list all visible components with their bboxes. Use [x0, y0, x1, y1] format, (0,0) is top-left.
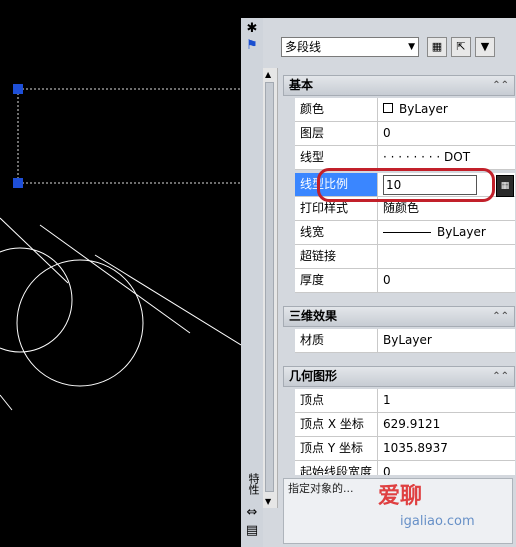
- select-objects-icon[interactable]: ⇱: [451, 37, 471, 57]
- prop-key: 材质: [295, 329, 378, 353]
- object-type-dropdown[interactable]: 多段线 ▼: [281, 37, 419, 57]
- quick-select-icon[interactable]: ▼: [475, 37, 495, 57]
- prop-key: 顶点: [295, 389, 378, 413]
- section-basic[interactable]: 基本 ⌃⌃: [283, 75, 515, 96]
- prop-value[interactable]: ByLayer: [378, 329, 515, 353]
- color-swatch-icon: [383, 103, 393, 113]
- line-3[interactable]: [94, 254, 241, 346]
- prop-row-vertex-x[interactable]: 顶点 X 坐标 629.9121: [283, 413, 515, 437]
- palette-scrollbar[interactable]: ▲ ▼: [263, 68, 278, 508]
- grip-bottom-left[interactable]: [13, 178, 23, 188]
- scroll-thumb[interactable]: [265, 82, 274, 492]
- prop-key: 线型: [295, 146, 378, 170]
- prop-row-lineweight[interactable]: 线宽 ByLayer: [283, 221, 515, 245]
- prop-row-thickness[interactable]: 厚度 0: [283, 269, 515, 293]
- palette-title: 特性: [247, 473, 260, 495]
- palette-body: 多段线 ▼ ▦ ⇱ ▼ ▲ ▼ 基本 ⌃⌃ 颜色 ByLayer 图层 0 线型: [263, 18, 516, 547]
- prop-key: 顶点 X 坐标: [295, 413, 378, 437]
- collapse-icon[interactable]: ⌃⌃: [492, 76, 509, 95]
- prop-row-linetype[interactable]: 线型 · · · · · · · · DOT: [283, 146, 515, 170]
- chevron-down-icon: ▼: [408, 42, 415, 52]
- line-2[interactable]: [39, 224, 191, 334]
- collapse-icon[interactable]: ⌃⌃: [492, 307, 509, 326]
- prop-key: 图层: [295, 122, 378, 146]
- scroll-down-icon[interactable]: ▼: [265, 497, 271, 506]
- prop-key: 厚度: [295, 269, 378, 293]
- prop-value[interactable]: 1: [378, 389, 515, 413]
- prop-key: 颜色: [295, 98, 378, 122]
- object-type-value: 多段线: [285, 40, 322, 54]
- calculator-icon[interactable]: ▦: [496, 175, 514, 197]
- prop-row-hyperlink[interactable]: 超链接: [283, 245, 515, 269]
- prop-key: 线宽: [295, 221, 378, 245]
- prop-value[interactable]: 0: [378, 461, 515, 475]
- prop-value[interactable]: 0: [378, 269, 515, 293]
- palette-titlebar[interactable]: ✱ ⚑ 特性 ⇔ ▤: [241, 18, 264, 547]
- section-basic-title: 基本: [289, 78, 314, 92]
- line-4[interactable]: [0, 394, 13, 411]
- prop-value[interactable]: 0: [378, 122, 515, 146]
- prop-row-color[interactable]: 颜色 ByLayer: [283, 98, 515, 122]
- grip-top-left[interactable]: [13, 84, 23, 94]
- section-3d-title: 三维效果: [289, 309, 338, 323]
- prop-key: 超链接: [295, 245, 378, 269]
- circle-left[interactable]: [0, 247, 73, 353]
- drawing-svg: [0, 84, 241, 411]
- menu-icon[interactable]: ▤: [244, 523, 260, 539]
- section-3d[interactable]: 三维效果 ⌃⌃: [283, 306, 515, 327]
- lineweight-sample: [383, 232, 431, 233]
- prop-row-vertex-y[interactable]: 顶点 Y 坐标 1035.8937: [283, 437, 515, 461]
- section-geometry-title: 几何图形: [289, 369, 338, 383]
- pickadd-icon[interactable]: ▦: [427, 37, 447, 57]
- prop-value[interactable]: ByLayer: [378, 221, 515, 245]
- prop-value[interactable]: 629.9121: [378, 413, 515, 437]
- scroll-up-icon[interactable]: ▲: [265, 70, 271, 79]
- prop-row-vertex[interactable]: 顶点 1: [283, 389, 515, 413]
- prop-row-start-width[interactable]: 起始线段宽度 0: [283, 461, 515, 475]
- properties-palette: ✱ ⚑ 特性 ⇔ ▤ 多段线 ▼ ▦ ⇱ ▼ ▲ ▼ 基本 ⌃⌃ 颜色 ByLa…: [241, 18, 516, 547]
- prop-value[interactable]: ByLayer: [378, 98, 515, 122]
- prop-row-layer[interactable]: 图层 0: [283, 122, 515, 146]
- close-icon[interactable]: ✱: [244, 21, 260, 37]
- prop-key: 起始线段宽度: [295, 461, 378, 475]
- description-panel: 指定对象的...: [283, 478, 513, 544]
- prop-key: 顶点 Y 坐标: [295, 437, 378, 461]
- autohide-icon[interactable]: ⇔: [244, 505, 260, 521]
- section-geometry[interactable]: 几何图形 ⌃⌃: [283, 366, 515, 387]
- circle-center[interactable]: [16, 259, 144, 387]
- highlight-annotation: [317, 168, 495, 202]
- prop-value[interactable]: · · · · · · · · DOT: [378, 146, 515, 170]
- prop-value[interactable]: [378, 245, 515, 269]
- collapse-icon[interactable]: ⌃⌃: [492, 367, 509, 386]
- line-1[interactable]: [0, 217, 69, 284]
- prop-row-material[interactable]: 材质 ByLayer: [283, 329, 515, 353]
- pin-icon[interactable]: ⚑: [244, 38, 260, 54]
- prop-value[interactable]: 1035.8937: [378, 437, 515, 461]
- drawing-canvas[interactable]: [0, 0, 241, 547]
